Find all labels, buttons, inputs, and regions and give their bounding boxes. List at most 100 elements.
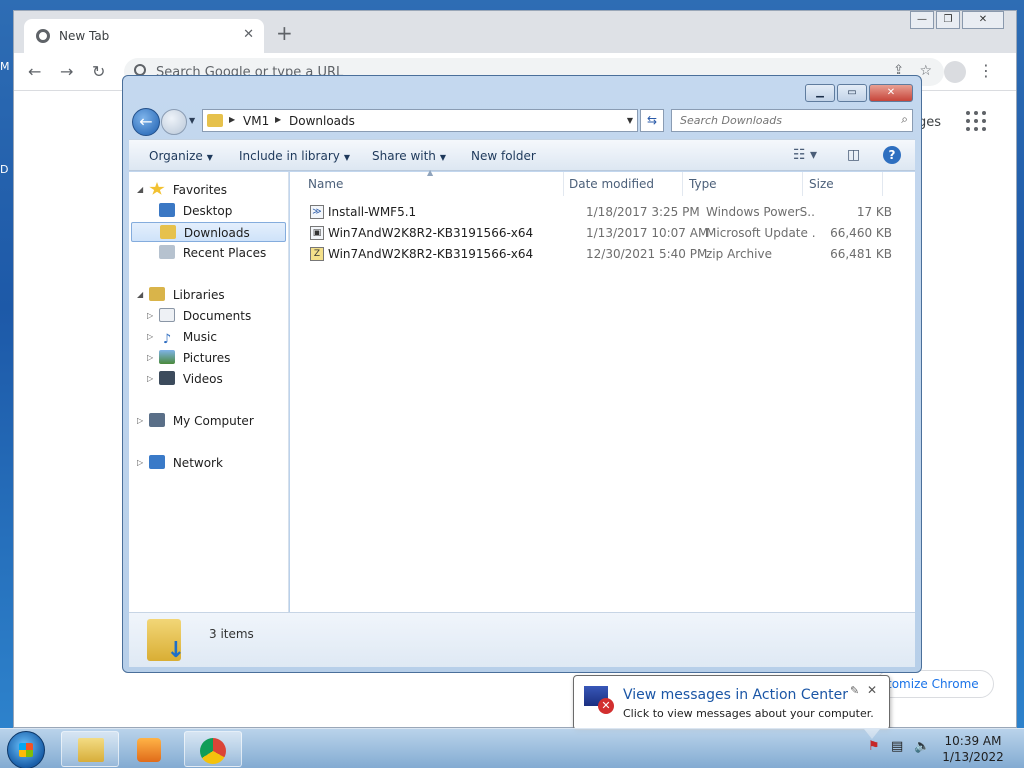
- search-input[interactable]: [672, 110, 882, 131]
- film-icon: [159, 371, 175, 385]
- help-icon[interactable]: ?: [883, 146, 901, 164]
- pictures-icon: [159, 350, 175, 364]
- nav-desktop[interactable]: Desktop: [159, 201, 232, 221]
- nav-downloads[interactable]: Downloads: [131, 222, 286, 242]
- file-row[interactable]: ≫ Install-WMF5.1 1/18/2017 3:25 PM Windo…: [308, 202, 933, 222]
- chevron-down-icon[interactable]: ▼: [627, 116, 633, 125]
- action-center-notification[interactable]: ✕ View messages in Action Center Click t…: [573, 675, 890, 739]
- nav-videos[interactable]: ▷ Videos: [147, 369, 223, 389]
- column-header-date[interactable]: Date modified: [563, 172, 683, 196]
- details-pane: 3 items: [129, 612, 915, 667]
- column-header-type[interactable]: Type: [683, 172, 803, 196]
- maximize-button[interactable]: ▭: [837, 84, 867, 102]
- file-row[interactable]: Z Win7AndW2K8R2-KB3191566-x64 12/30/2021…: [308, 244, 933, 264]
- file-size: 66,481 KB: [830, 247, 892, 261]
- minimize-button[interactable]: —: [910, 11, 934, 29]
- taskbar-media-player[interactable]: [122, 731, 180, 767]
- view-options-icon[interactable]: ☷ ▾: [793, 147, 817, 163]
- share-label: Share with: [372, 149, 436, 163]
- back-button[interactable]: ←: [132, 108, 160, 136]
- nav-label: Pictures: [182, 351, 231, 365]
- taskbar-chrome[interactable]: [184, 731, 242, 767]
- volume-icon[interactable]: 🔈: [914, 739, 930, 754]
- close-icon[interactable]: ✕: [867, 683, 877, 697]
- breadcrumb-downloads[interactable]: Downloads: [289, 114, 355, 128]
- clock-date: 1/13/2022: [942, 750, 1004, 764]
- column-header-name[interactable]: Name: [302, 172, 564, 196]
- nav-label: Favorites: [172, 183, 228, 197]
- new-folder-button[interactable]: New folder: [471, 149, 536, 163]
- forward-icon[interactable]: →: [60, 62, 73, 81]
- start-button[interactable]: [7, 731, 45, 768]
- nav-pictures[interactable]: ▷ Pictures: [147, 348, 231, 368]
- file-type: Windows PowerS...: [706, 205, 816, 219]
- expand-arrow-icon[interactable]: ◢: [137, 180, 143, 200]
- column-header-size[interactable]: Size: [803, 172, 883, 196]
- navigation-pane: ◢ Favorites Desktop Downloads Recent Pla…: [129, 172, 289, 612]
- nav-documents[interactable]: ▷ Documents: [147, 306, 251, 326]
- address-bar[interactable]: ▶ VM1 ▶ Downloads ▼: [202, 109, 638, 132]
- tab-new-tab[interactable]: New Tab ✕: [24, 19, 264, 53]
- expand-arrow-icon[interactable]: ▷: [147, 306, 153, 326]
- preview-pane-icon[interactable]: ◫: [847, 147, 860, 163]
- nav-music[interactable]: ▷ ♪ Music: [147, 327, 217, 347]
- search-box[interactable]: ⌕: [671, 109, 913, 132]
- desktop-icon-label: M: [0, 60, 10, 73]
- organize-label: Organize: [149, 149, 203, 163]
- breadcrumb-vm1[interactable]: VM1: [243, 114, 269, 128]
- close-button[interactable]: ✕: [869, 84, 913, 102]
- file-date: 12/30/2021 5:40 PM: [586, 247, 708, 261]
- notification-title[interactable]: View messages in Action Center: [623, 687, 848, 703]
- search-icon[interactable]: ⌕: [901, 112, 908, 127]
- chevron-right-icon[interactable]: ▶: [275, 115, 281, 124]
- forward-button[interactable]: [161, 109, 187, 135]
- organize-button[interactable]: Organize ▼: [149, 149, 213, 163]
- expand-arrow-icon[interactable]: ▷: [147, 348, 153, 368]
- close-button[interactable]: ✕: [962, 11, 1004, 29]
- nav-my-computer[interactable]: ▷ My Computer: [137, 411, 254, 431]
- nav-favorites[interactable]: ◢ Favorites: [137, 180, 228, 200]
- expand-arrow-icon[interactable]: ▷: [137, 453, 143, 473]
- nav-network[interactable]: ▷ Network: [137, 453, 223, 473]
- network-tray-icon[interactable]: ▤: [891, 739, 903, 754]
- nav-recent-places[interactable]: Recent Places: [159, 243, 266, 263]
- apps-grid-icon[interactable]: [966, 111, 986, 131]
- new-tab-button[interactable]: +: [276, 23, 293, 43]
- system-clock[interactable]: 10:39 AM 1/13/2022: [942, 733, 1004, 765]
- nav-label: Desktop: [182, 204, 233, 218]
- computer-icon: [149, 413, 165, 427]
- back-icon[interactable]: ←: [28, 62, 41, 81]
- expand-arrow-icon[interactable]: ▷: [147, 369, 153, 389]
- file-name: Win7AndW2K8R2-KB3191566-x64: [328, 226, 534, 240]
- customize-chrome-button[interactable]: tomize Chrome: [876, 670, 994, 698]
- media-player-icon: [137, 738, 161, 762]
- downloads-folder-icon: [147, 619, 185, 663]
- nav-libraries[interactable]: ◢ Libraries: [137, 285, 225, 305]
- minimize-button[interactable]: ▁: [805, 84, 835, 102]
- share-with-button[interactable]: Share with ▼: [372, 149, 446, 163]
- restore-button[interactable]: ❐: [936, 11, 960, 29]
- file-row[interactable]: ▣ Win7AndW2K8R2-KB3191566-x64 1/13/2017 …: [308, 223, 933, 243]
- command-bar: Organize ▼ Include in library ▼ Share with…: [129, 139, 915, 171]
- expand-arrow-icon[interactable]: ▷: [137, 411, 143, 431]
- file-list: ▲ Name Date modified Type Size ≫ Install…: [290, 168, 915, 612]
- nav-label: Downloads: [183, 226, 250, 240]
- action-center-tray-icon[interactable]: ⚑: [868, 739, 880, 754]
- notification-body: Click to view messages about your comput…: [623, 707, 874, 720]
- star-icon[interactable]: ☆: [919, 63, 932, 79]
- expand-arrow-icon[interactable]: ▷: [147, 327, 153, 347]
- recent-pages-dropdown[interactable]: ▼: [189, 116, 195, 125]
- profile-avatar[interactable]: [944, 61, 966, 83]
- chevron-right-icon[interactable]: ▶: [229, 115, 235, 124]
- file-type: zip Archive: [706, 247, 772, 261]
- menu-icon[interactable]: ⋮: [978, 61, 994, 80]
- update-package-icon: ▣: [310, 226, 324, 240]
- refresh-button[interactable]: ⇆: [640, 109, 664, 132]
- settings-wrench-icon[interactable]: ✎: [850, 684, 859, 697]
- taskbar-explorer[interactable]: [61, 731, 119, 767]
- chevron-down-icon: ▼: [439, 153, 447, 162]
- expand-arrow-icon[interactable]: ◢: [137, 285, 143, 305]
- close-icon[interactable]: ✕: [243, 27, 254, 42]
- include-in-library-button[interactable]: Include in library ▼: [239, 149, 350, 163]
- reload-icon[interactable]: ↻: [92, 62, 105, 81]
